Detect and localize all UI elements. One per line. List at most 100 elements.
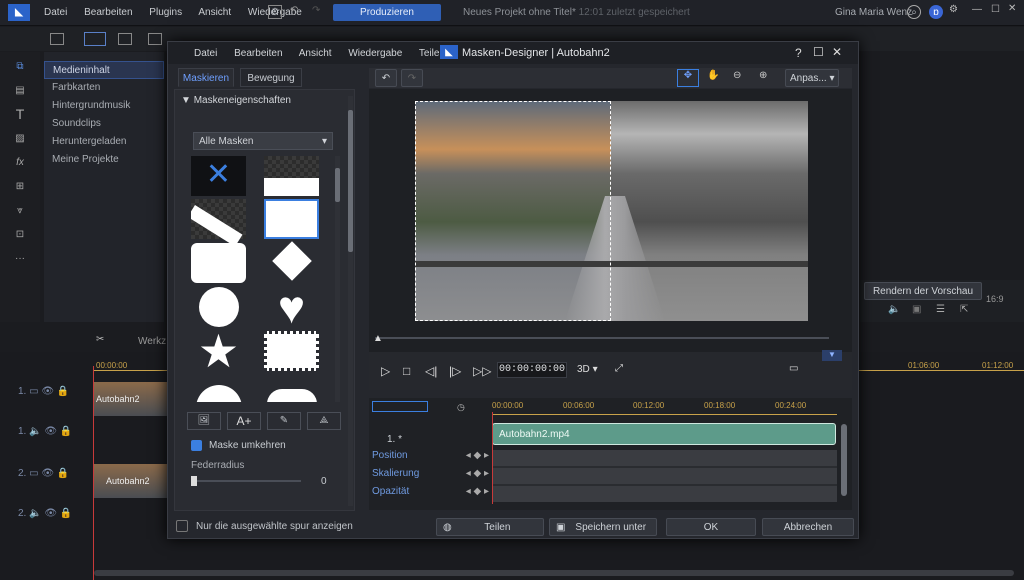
mask-rounded-rect-thumb[interactable] bbox=[191, 243, 246, 283]
mask-category-dropdown[interactable]: Alle Masken ▾ bbox=[193, 132, 333, 150]
account-icon[interactable]: ɒ bbox=[929, 5, 943, 19]
gear-icon[interactable]: ⚙ bbox=[949, 4, 958, 15]
brush-mask-icon[interactable]: ✎ bbox=[267, 412, 301, 430]
timeline-scrollbar[interactable] bbox=[94, 570, 1014, 576]
search-icon[interactable]: ⌕ bbox=[907, 5, 921, 19]
render-preview-button[interactable]: Rendern der Vorschau bbox=[864, 282, 982, 300]
3d-mode-dropdown[interactable]: 3D ▾ bbox=[577, 364, 598, 375]
zoom-dropdown[interactable]: Anpas... ▾ bbox=[785, 69, 839, 87]
feather-slider[interactable] bbox=[191, 476, 301, 486]
media-item[interactable]: Heruntergeladen bbox=[44, 133, 164, 151]
play-icon[interactable]: ▷ bbox=[381, 364, 390, 378]
keyframe-prop-scale[interactable]: Skalierung ◂ ◆ ▸ bbox=[369, 468, 489, 484]
aspect-ratio-dropdown[interactable]: 16:9 bbox=[986, 294, 1004, 304]
list-icon[interactable]: ☰ bbox=[936, 304, 945, 315]
menu-plugins[interactable]: Plugins bbox=[149, 7, 182, 18]
section-header[interactable]: ▼ Maskeneigenschaften bbox=[181, 95, 291, 106]
redo-icon[interactable]: ↷ bbox=[401, 69, 423, 87]
preview-frame[interactable] bbox=[415, 101, 808, 321]
timeline-zoom-slider[interactable] bbox=[372, 401, 428, 412]
keyframe-prop-opacity[interactable]: Opazität ◂ ◆ ▸ bbox=[369, 486, 489, 502]
dialog-menu-datei[interactable]: Datei bbox=[194, 48, 217, 59]
hand-tool-icon[interactable]: ✋ bbox=[707, 70, 719, 81]
timeline-clip[interactable]: Autobahn2 bbox=[94, 464, 167, 498]
grid-icon[interactable] bbox=[118, 33, 132, 45]
transition-room-icon[interactable]: ▨ bbox=[9, 129, 31, 147]
mask-stamp-thumb[interactable] bbox=[264, 331, 319, 371]
pip-room-icon[interactable]: ⊞ bbox=[9, 177, 31, 195]
timecode-display[interactable]: 00:00:00:00 bbox=[497, 362, 567, 378]
maximize-icon[interactable]: ☐ bbox=[991, 4, 1000, 15]
ok-button[interactable]: OK bbox=[666, 518, 756, 536]
snapshot-icon[interactable]: ▣ bbox=[912, 304, 921, 315]
mask-diagonal-thumb[interactable] bbox=[191, 199, 246, 247]
zoom-in-icon[interactable]: ⊕ bbox=[759, 70, 767, 81]
prev-frame-icon[interactable]: ◁| bbox=[425, 364, 437, 378]
keyframe-scrollbar[interactable] bbox=[841, 424, 847, 496]
track-header[interactable]: 2. 🔈 👁 🔒 bbox=[0, 508, 94, 538]
menu-datei[interactable]: Datei bbox=[44, 7, 67, 18]
subtitle-room-icon[interactable]: ⊡ bbox=[9, 225, 31, 243]
export-icon[interactable]: ⇱ bbox=[960, 304, 968, 315]
mask-cloud-thumb[interactable] bbox=[264, 375, 319, 402]
media-item[interactable]: Soundclips bbox=[44, 115, 164, 133]
mask-rectangle-thumb[interactable] bbox=[264, 199, 319, 239]
invert-mask-checkbox[interactable] bbox=[191, 440, 202, 451]
image-icon[interactable] bbox=[148, 33, 162, 45]
media-item[interactable]: Meine Projekte bbox=[44, 151, 164, 169]
particle-room-icon[interactable]: ⩔ bbox=[9, 201, 31, 219]
keyframe-playhead[interactable] bbox=[492, 412, 493, 504]
track-header[interactable]: 1. ▭ 👁 🔒 bbox=[0, 386, 94, 416]
track-header[interactable]: 1. 🔈 👁 🔒 bbox=[0, 426, 94, 456]
maximize-icon[interactable]: ☐ bbox=[813, 45, 824, 59]
produce-button[interactable]: Produzieren bbox=[333, 4, 441, 21]
next-frame-icon[interactable]: |▷ bbox=[449, 364, 461, 378]
user-name[interactable]: Gina Maria Wenz bbox=[835, 7, 912, 18]
dialog-menu-wiedergabe[interactable]: Wiedergabe bbox=[348, 48, 402, 59]
preview-scrubber[interactable] bbox=[375, 337, 829, 339]
mask-circle-thumb[interactable] bbox=[191, 287, 246, 327]
title-room-icon[interactable]: T bbox=[9, 105, 31, 123]
view-icon[interactable] bbox=[84, 32, 106, 46]
move-tool-icon[interactable]: ✥ bbox=[677, 69, 699, 87]
zoom-out-icon[interactable]: ⊖ bbox=[733, 70, 741, 81]
save-as-button[interactable]: ▣ Speichern unter bbox=[549, 518, 657, 536]
path-mask-icon[interactable]: ⟁ bbox=[307, 412, 341, 430]
stop-icon[interactable]: □ bbox=[403, 364, 410, 378]
undo-icon[interactable]: ↶ bbox=[375, 69, 397, 87]
audio-icon[interactable]: 🔈 bbox=[888, 304, 900, 315]
more-icon[interactable]: ··· bbox=[9, 249, 31, 267]
image-mask-icon[interactable]: 🖼 bbox=[187, 412, 221, 430]
undo-icon[interactable]: ↶ bbox=[290, 5, 298, 16]
menu-ansicht[interactable]: Ansicht bbox=[198, 7, 231, 18]
scrubber-handle-icon[interactable]: ▲ bbox=[373, 333, 383, 344]
redo-icon[interactable]: ↷ bbox=[312, 5, 320, 16]
fullscreen-icon[interactable]: ⤢ bbox=[615, 363, 623, 374]
media-item[interactable]: Farbkarten bbox=[44, 79, 164, 97]
panel-scrollbar[interactable] bbox=[348, 96, 353, 506]
color-room-icon[interactable]: ▤ bbox=[9, 81, 31, 99]
cancel-button[interactable]: Abbrechen bbox=[762, 518, 854, 536]
media-item[interactable]: Hintergrundmusik bbox=[44, 97, 164, 115]
dialog-menu-ansicht[interactable]: Ansicht bbox=[299, 48, 332, 59]
clock-icon[interactable]: ◷ bbox=[457, 402, 465, 413]
mask-heart-thumb[interactable]: ♥ bbox=[264, 284, 319, 330]
toolbox-label[interactable]: Werkz bbox=[138, 336, 166, 347]
keyframe-prop-position[interactable]: Position ◂ ◆ ▸ bbox=[369, 450, 489, 466]
fx-room-icon[interactable]: fx bbox=[9, 153, 31, 171]
track-header[interactable]: 2. ▭ 👁 🔒 bbox=[0, 468, 94, 498]
mask-sun-thumb[interactable] bbox=[191, 375, 246, 402]
tab-maskieren[interactable]: Maskieren bbox=[178, 68, 234, 87]
show-only-selected-checkbox[interactable] bbox=[176, 520, 188, 532]
close-icon[interactable]: ✕ bbox=[832, 45, 842, 59]
media-item[interactable]: Medieninhalt bbox=[44, 61, 164, 79]
minimize-icon[interactable]: — bbox=[972, 4, 982, 15]
mask-clip[interactable]: Autobahn2.mp4 bbox=[492, 423, 836, 445]
playhead[interactable] bbox=[93, 366, 94, 580]
thumb-scrollbar[interactable] bbox=[335, 156, 340, 402]
tab-bewegung[interactable]: Bewegung bbox=[240, 68, 302, 87]
menu-bearbeiten[interactable]: Bearbeiten bbox=[84, 7, 132, 18]
display-icon[interactable]: ▭ bbox=[789, 363, 798, 374]
scissors-icon[interactable]: ✂ bbox=[96, 334, 104, 345]
timeline-clip[interactable]: Autobahn2 bbox=[94, 382, 167, 416]
